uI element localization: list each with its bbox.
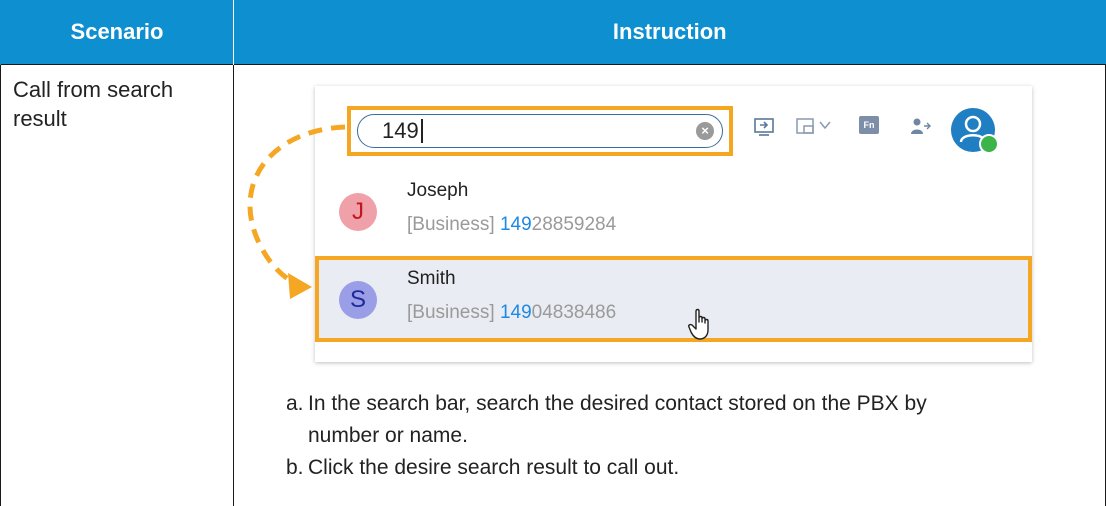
list-item[interactable]: S Smith [Business] 14904838486 [315,256,1032,342]
clear-icon[interactable]: × [696,122,714,140]
dashed-arrow-icon [230,115,350,315]
fn-key-icon[interactable]: Fn [859,116,879,134]
contact-number: [Business] 14904838486 [407,302,616,324]
transfer-contact-icon[interactable] [909,116,931,138]
step-b: b. Click the desire search result to cal… [286,452,1106,484]
number-label: [Business] [407,302,500,323]
fn-key-label: Fn [864,120,875,130]
top-bar: 149 × Fn [315,86,1032,166]
hand-cursor-icon [687,308,717,342]
list-item[interactable]: J Joseph [Business] 14928859284 [315,168,1032,254]
screen-share-icon[interactable] [753,116,775,138]
contact-number: [Business] 14928859284 [407,214,616,236]
step-text: Click the desire search result to call o… [308,452,679,484]
number-match: 149 [500,302,532,323]
user-avatar-icon[interactable] [951,108,995,152]
window-layout-icon[interactable] [795,116,817,138]
step-marker: b. [286,452,308,484]
table-header-row: Scenario Instruction [1,0,1106,65]
number-label: [Business] [407,214,500,235]
step-text-continued: number or name. [308,424,468,447]
instruction-steps: a. In the search bar, search the desired… [286,388,1106,484]
search-input[interactable]: 149 × [357,114,723,148]
scenario-text: Call from search result [13,77,173,131]
contact-name: Joseph [407,180,468,202]
step-text: In the search bar, search the desired co… [308,392,927,415]
number-match: 149 [500,214,532,235]
step-a: a. In the search bar, search the desired… [286,388,1106,452]
search-input-value: 149 [382,119,423,143]
step-marker: a. [286,388,308,452]
search-screenshot: 149 × Fn [315,86,1032,362]
contact-name: Smith [407,268,456,290]
online-status-icon [979,134,999,154]
header-scenario: Scenario [1,0,234,65]
header-instruction: Instruction [234,0,1106,65]
chevron-down-icon[interactable] [818,118,832,132]
number-rest: 28859284 [532,214,617,235]
number-rest: 04838486 [532,302,617,323]
search-highlight-box: 149 × [347,106,733,156]
scenario-cell: Call from search result [1,65,234,506]
